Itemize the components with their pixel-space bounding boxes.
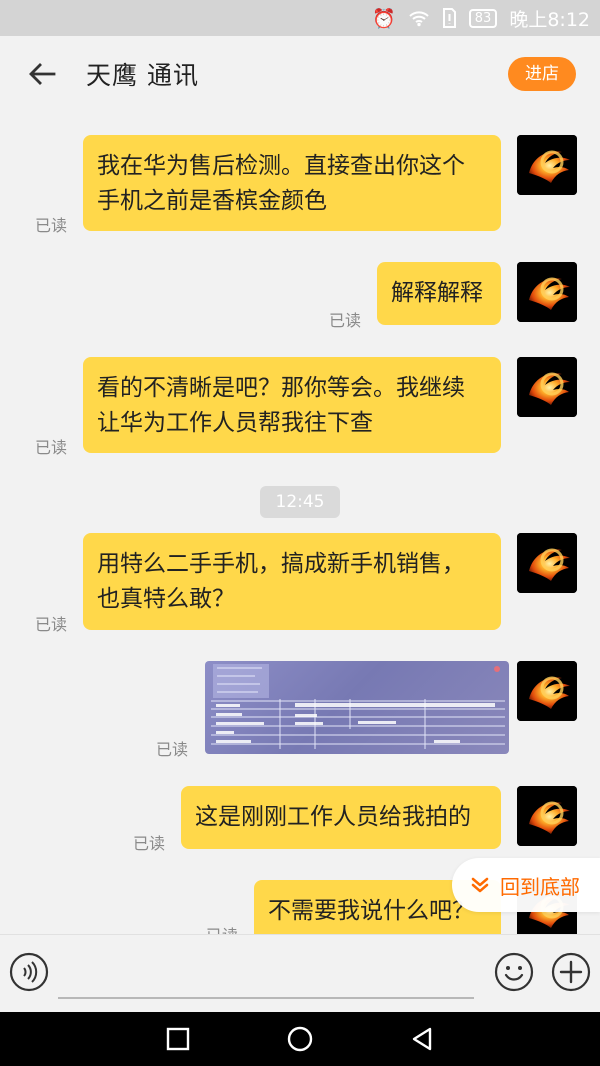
- read-status: 已读: [133, 834, 166, 853]
- message-text-line: 也真特么敢？: [97, 586, 235, 612]
- time-divider: 12:45: [260, 486, 340, 518]
- message-text-line: 我在华为售后检测。直接查出你这个: [97, 153, 465, 179]
- back-to-bottom-button[interactable]: 回到底部: [452, 858, 600, 912]
- recent-apps-icon[interactable]: [163, 1024, 193, 1054]
- home-icon[interactable]: [285, 1024, 315, 1054]
- status-bar: ⏰ 83 晚上8:12: [0, 0, 600, 36]
- message-text-line: 手机之前是香槟金颜色: [97, 188, 327, 214]
- phoenix-avatar-icon[interactable]: [517, 135, 577, 195]
- phoenix-avatar-icon[interactable]: [517, 262, 577, 322]
- phoenix-avatar-icon[interactable]: [517, 357, 577, 417]
- message-bubble[interactable]: 解释解释: [377, 262, 501, 325]
- phoenix-avatar-icon[interactable]: [517, 786, 577, 846]
- alarm-icon: ⏰: [372, 7, 396, 30]
- message-input[interactable]: [58, 997, 474, 999]
- message-text: 这是刚刚工作人员给我拍的: [195, 804, 471, 830]
- phoenix-avatar-icon[interactable]: [517, 533, 577, 593]
- back-triangle-icon[interactable]: [407, 1024, 437, 1054]
- message-bubble[interactable]: 用特么二手手机，搞成新手机销售， 也真特么敢？: [83, 533, 501, 630]
- read-status: 已读: [35, 438, 68, 457]
- read-status: 已读: [329, 311, 362, 330]
- read-status: 已读: [156, 740, 189, 759]
- phoenix-avatar-icon[interactable]: [517, 661, 577, 721]
- chat-title: 天鹰 通讯: [86, 61, 199, 90]
- double-chevron-down-icon: [471, 877, 489, 893]
- message-input-bar: [0, 934, 600, 1013]
- read-status: 已读: [35, 216, 68, 235]
- message-list[interactable]: 已读 我在华为售后检测。直接查出你这个 手机之前是香槟金颜色 已读 解释解释 已…: [0, 112, 600, 934]
- add-icon[interactable]: [551, 952, 591, 992]
- message-text-line: 用特么二手手机，搞成新手机销售，: [97, 551, 465, 577]
- android-navigation-bar: [0, 1012, 600, 1066]
- battery-icon: 83: [468, 8, 498, 28]
- message-text: 不需要我说什么吧？: [268, 898, 475, 924]
- message-bubble[interactable]: 我在华为售后检测。直接查出你这个 手机之前是香槟金颜色: [83, 135, 501, 231]
- no-sim-icon: [442, 8, 457, 28]
- chat-header: 天鹰 通讯 进店: [0, 36, 600, 112]
- voice-icon[interactable]: [9, 952, 49, 992]
- message-bubble[interactable]: 这是刚刚工作人员给我拍的: [181, 786, 501, 849]
- message-image[interactable]: [205, 661, 509, 754]
- wifi-icon: [408, 9, 430, 27]
- emoji-icon[interactable]: [494, 952, 534, 992]
- read-status: 已读: [35, 615, 68, 634]
- enter-store-button[interactable]: 进店: [508, 57, 576, 91]
- back-arrow-icon[interactable]: [24, 56, 60, 92]
- back-to-bottom-label: 回到底部: [500, 874, 580, 899]
- message-bubble[interactable]: 看的不清晰是吧？那你等会。我继续 让华为工作人员帮我往下查: [83, 357, 501, 453]
- read-status: 已读: [206, 922, 238, 934]
- message-text-line: 看的不清晰是吧？那你等会。我继续: [97, 375, 465, 401]
- message-text: 解释解释: [391, 280, 483, 306]
- message-text-line: 让华为工作人员帮我往下查: [97, 410, 373, 436]
- clock: 晚上8:12: [509, 8, 590, 31]
